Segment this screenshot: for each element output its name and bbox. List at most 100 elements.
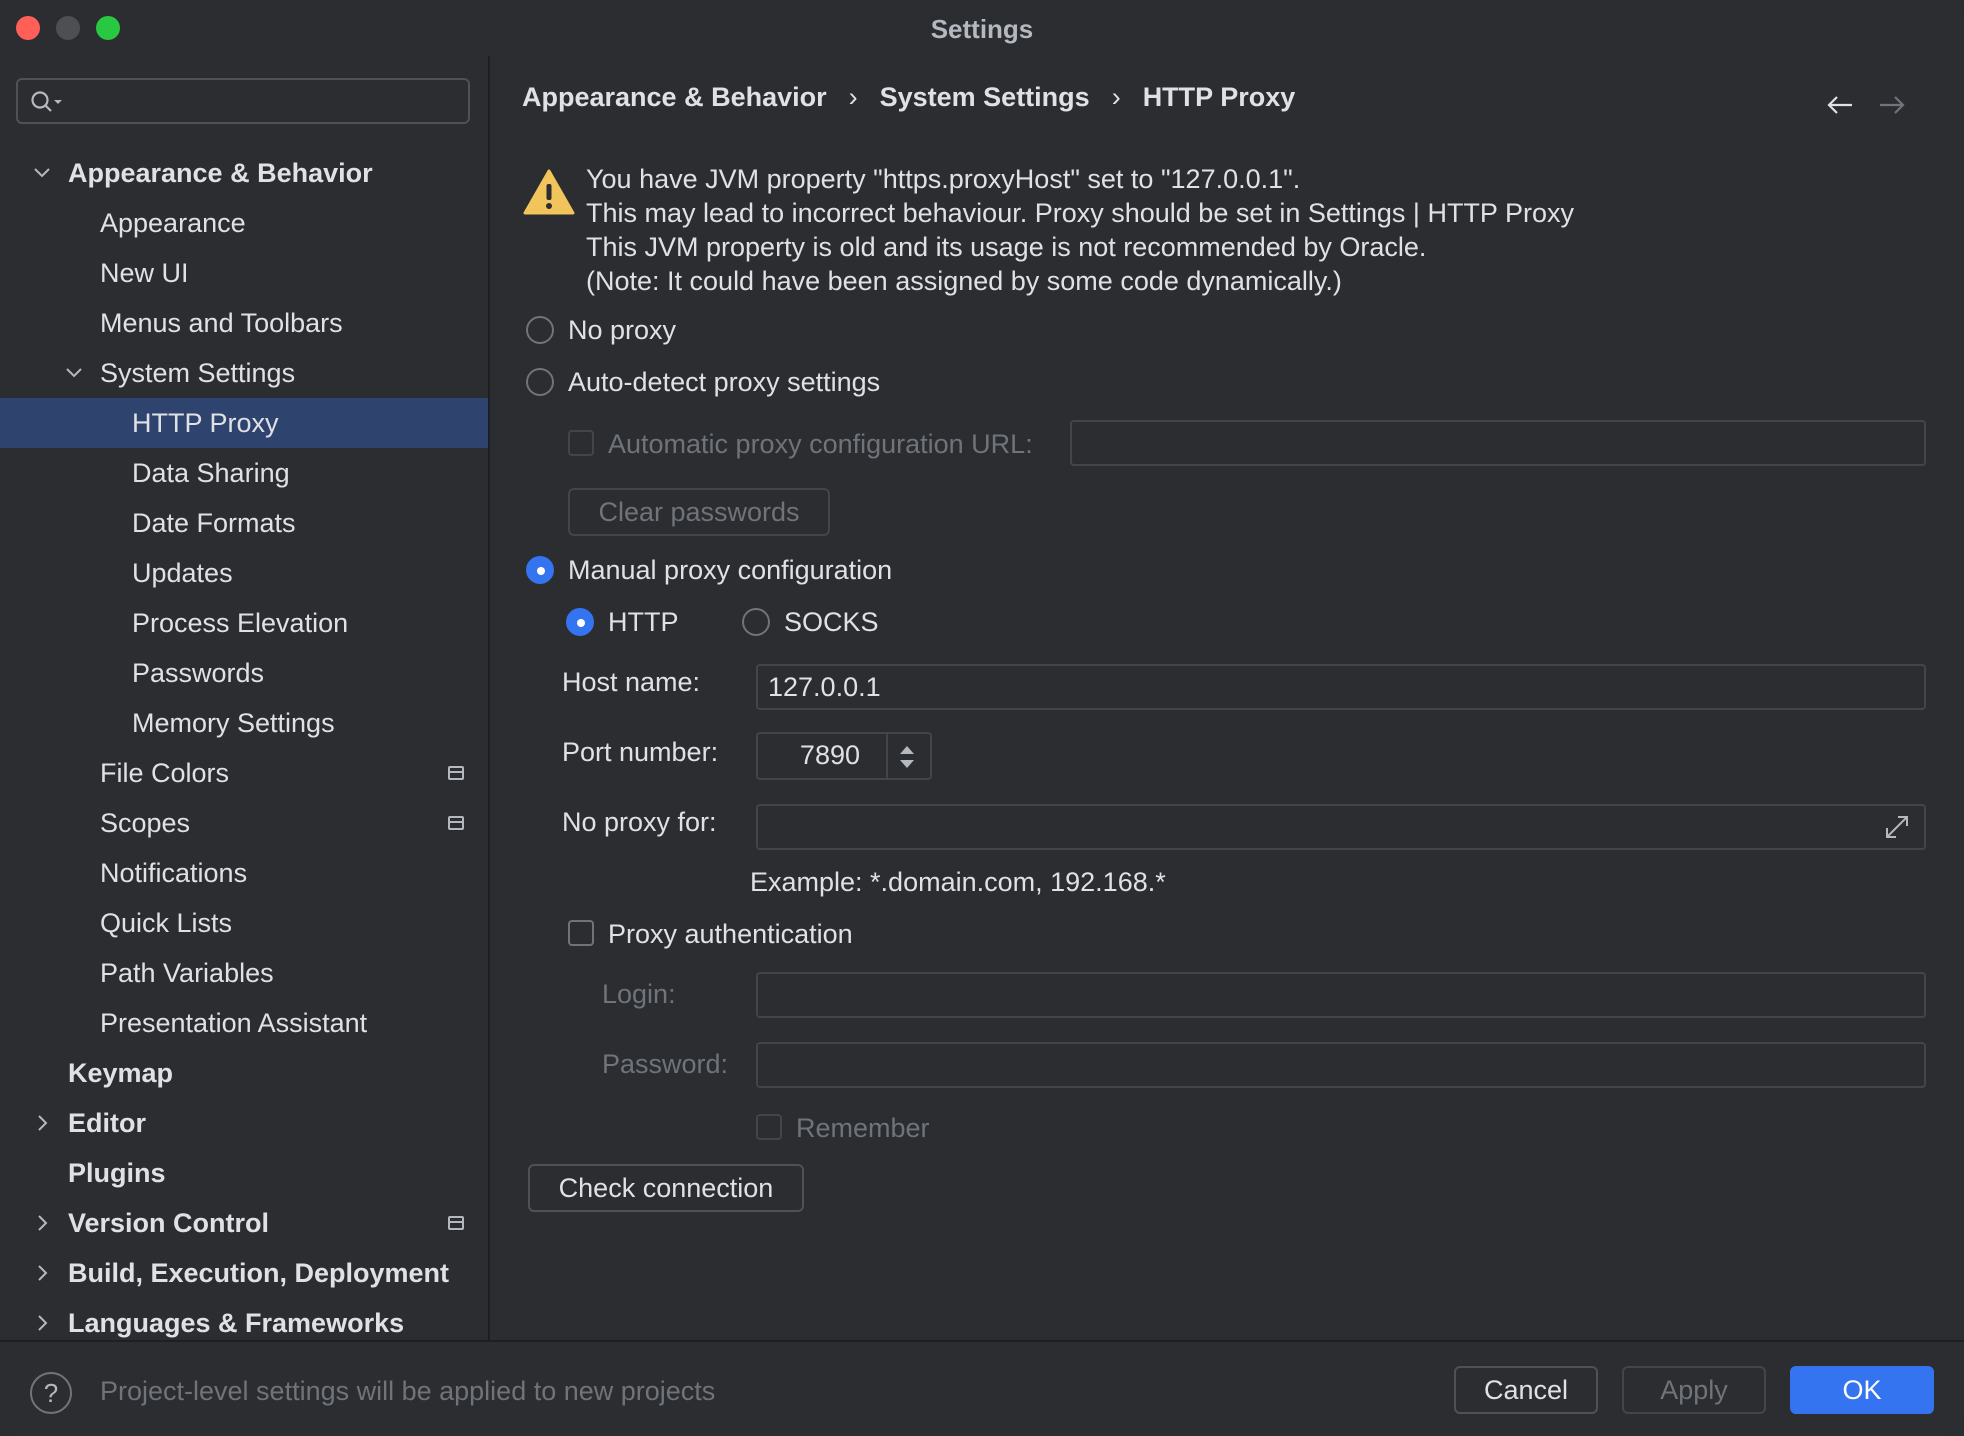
no-proxy-label[interactable]: No proxy bbox=[568, 314, 676, 346]
sidebar-item-label: Presentation Assistant bbox=[100, 1008, 368, 1038]
sidebar-item-label: Data Sharing bbox=[132, 458, 290, 488]
chevron-right-icon[interactable] bbox=[32, 1248, 52, 1298]
sidebar-item-quick-lists[interactable]: Quick Lists bbox=[0, 898, 488, 948]
cancel-button[interactable]: Cancel bbox=[1454, 1366, 1598, 1414]
breadcrumb: Appearance & Behavior › System Settings › HT… bbox=[522, 82, 1295, 113]
dialog-footer: ? Project-level settings will be applied… bbox=[0, 1340, 1964, 1436]
sidebar-item-label: HTTP Proxy bbox=[132, 408, 279, 438]
sidebar-item-memory-settings[interactable]: Memory Settings bbox=[0, 698, 488, 748]
breadcrumb-item[interactable]: System Settings bbox=[880, 82, 1090, 112]
sidebar-item-editor[interactable]: Editor bbox=[0, 1098, 488, 1148]
sidebar-item-appearance-behavior[interactable]: Appearance & Behavior bbox=[0, 148, 488, 198]
sidebar-item-menus-and-toolbars[interactable]: Menus and Toolbars bbox=[0, 298, 488, 348]
sidebar-item-passwords[interactable]: Passwords bbox=[0, 648, 488, 698]
auto-config-url-label: Automatic proxy configuration URL: bbox=[608, 429, 1033, 459]
login-field[interactable] bbox=[756, 972, 1926, 1018]
no-proxy-for-field[interactable] bbox=[756, 804, 1926, 850]
sidebar-item-build-execution-deployment[interactable]: Build, Execution, Deployment bbox=[0, 1248, 488, 1298]
password-field[interactable] bbox=[756, 1042, 1926, 1088]
manual-proxy-label[interactable]: Manual proxy configuration bbox=[568, 554, 892, 586]
sidebar-item-scopes[interactable]: Scopes bbox=[0, 798, 488, 848]
chevron-right-icon: › bbox=[1111, 82, 1121, 112]
sidebar-item-new-ui[interactable]: New UI bbox=[0, 248, 488, 298]
auto-detect-label[interactable]: Auto-detect proxy settings bbox=[568, 366, 880, 398]
socks-label[interactable]: SOCKS bbox=[784, 606, 879, 638]
sidebar-item-label: Notifications bbox=[100, 858, 248, 888]
sidebar-item-appearance[interactable]: Appearance bbox=[0, 198, 488, 248]
chevron-down-icon[interactable] bbox=[64, 348, 84, 398]
proxy-authentication-label[interactable]: Proxy authentication bbox=[608, 918, 853, 950]
remember-label: Remember bbox=[796, 1113, 930, 1143]
settings-content: Appearance & Behavior › System Settings › HT… bbox=[490, 56, 1964, 1340]
sidebar-item-label: Updates bbox=[132, 558, 233, 588]
sidebar-item-label: Menus and Toolbars bbox=[100, 308, 343, 338]
warning-line: You have JVM property "https.proxyHost" … bbox=[586, 164, 1301, 194]
sidebar-item-label: Appearance bbox=[100, 208, 246, 238]
sidebar-item-system-settings[interactable]: System Settings bbox=[0, 348, 488, 398]
host-name-label: Host name: bbox=[562, 667, 701, 697]
warning-line: This JVM property is old and its usage i… bbox=[586, 232, 1427, 262]
auto-config-url-field[interactable] bbox=[1070, 420, 1926, 466]
stepper-arrows-icon[interactable] bbox=[898, 744, 916, 770]
settings-search-field[interactable] bbox=[16, 78, 470, 124]
sidebar-item-label: Version Control bbox=[68, 1208, 270, 1238]
sidebar-item-presentation-assistant[interactable]: Presentation Assistant bbox=[0, 998, 488, 1048]
sidebar-item-label: Editor bbox=[68, 1108, 146, 1138]
sidebar-item-label: Process Elevation bbox=[132, 608, 349, 638]
sidebar-item-label: Build, Execution, Deployment bbox=[68, 1258, 450, 1288]
warning-line: (Note: It could have been assigned by so… bbox=[586, 266, 1342, 296]
sidebar-item-plugins[interactable]: Plugins bbox=[0, 1148, 488, 1198]
chevron-down-icon[interactable] bbox=[32, 148, 52, 198]
host-name-field[interactable]: 127.0.0.1 bbox=[756, 664, 1926, 710]
no-proxy-radio[interactable] bbox=[526, 316, 554, 344]
project-scope-icon bbox=[448, 816, 464, 830]
auto-config-url-checkbox[interactable] bbox=[568, 430, 594, 456]
sidebar-item-keymap[interactable]: Keymap bbox=[0, 1048, 488, 1098]
settings-window: Settings Appearance & Behavior Appearance… bbox=[0, 0, 1964, 1436]
stepper-divider bbox=[886, 734, 888, 778]
sidebar-item-path-variables[interactable]: Path Variables bbox=[0, 948, 488, 998]
sidebar-item-label: System Settings bbox=[100, 358, 296, 388]
sidebar-item-label: File Colors bbox=[100, 758, 230, 788]
back-arrow-icon[interactable] bbox=[1826, 94, 1854, 116]
remember-checkbox[interactable] bbox=[756, 1114, 782, 1140]
apply-button[interactable]: Apply bbox=[1622, 1366, 1766, 1414]
auto-detect-radio[interactable] bbox=[526, 368, 554, 396]
socks-radio[interactable] bbox=[742, 608, 770, 636]
sidebar-item-version-control[interactable]: Version Control bbox=[0, 1198, 488, 1248]
sidebar-item-updates[interactable]: Updates bbox=[0, 548, 488, 598]
sidebar-item-label: Date Formats bbox=[132, 508, 296, 538]
jvm-warning-message: You have JVM property "https.proxyHost" … bbox=[586, 162, 1574, 298]
sidebar-item-label: Quick Lists bbox=[100, 908, 233, 938]
title-bar: Settings bbox=[0, 0, 1964, 56]
http-radio[interactable] bbox=[566, 608, 594, 636]
sidebar-item-http-proxy[interactable]: HTTP Proxy bbox=[0, 398, 488, 448]
project-scope-icon bbox=[448, 1216, 464, 1230]
login-label: Login: bbox=[602, 979, 676, 1009]
sidebar-item-process-elevation[interactable]: Process Elevation bbox=[0, 598, 488, 648]
breadcrumb-item[interactable]: Appearance & Behavior bbox=[522, 82, 827, 112]
search-icon bbox=[31, 91, 62, 112]
forward-arrow-icon[interactable] bbox=[1878, 94, 1906, 116]
password-label: Password: bbox=[602, 1049, 729, 1079]
sidebar-item-notifications[interactable]: Notifications bbox=[0, 848, 488, 898]
manual-proxy-radio[interactable] bbox=[526, 556, 554, 584]
sidebar-item-label: Appearance & Behavior bbox=[68, 158, 373, 188]
chevron-right-icon[interactable] bbox=[32, 1198, 52, 1248]
no-proxy-for-label: No proxy for: bbox=[562, 807, 717, 837]
http-label[interactable]: HTTP bbox=[608, 606, 679, 638]
chevron-right-icon: › bbox=[848, 82, 858, 112]
settings-sidebar: Appearance & Behavior Appearance New UI Men… bbox=[0, 56, 490, 1340]
clear-passwords-button[interactable]: Clear passwords bbox=[568, 488, 830, 536]
expand-icon[interactable] bbox=[1882, 812, 1912, 842]
ok-button[interactable]: OK bbox=[1790, 1366, 1934, 1414]
sidebar-item-label: Keymap bbox=[68, 1058, 174, 1088]
sidebar-item-date-formats[interactable]: Date Formats bbox=[0, 498, 488, 548]
proxy-authentication-checkbox[interactable] bbox=[568, 920, 594, 946]
sidebar-item-label: Passwords bbox=[132, 658, 265, 688]
chevron-right-icon[interactable] bbox=[32, 1098, 52, 1148]
sidebar-item-file-colors[interactable]: File Colors bbox=[0, 748, 488, 798]
sidebar-item-data-sharing[interactable]: Data Sharing bbox=[0, 448, 488, 498]
check-connection-button[interactable]: Check connection bbox=[528, 1164, 804, 1212]
help-icon[interactable]: ? bbox=[30, 1372, 72, 1414]
